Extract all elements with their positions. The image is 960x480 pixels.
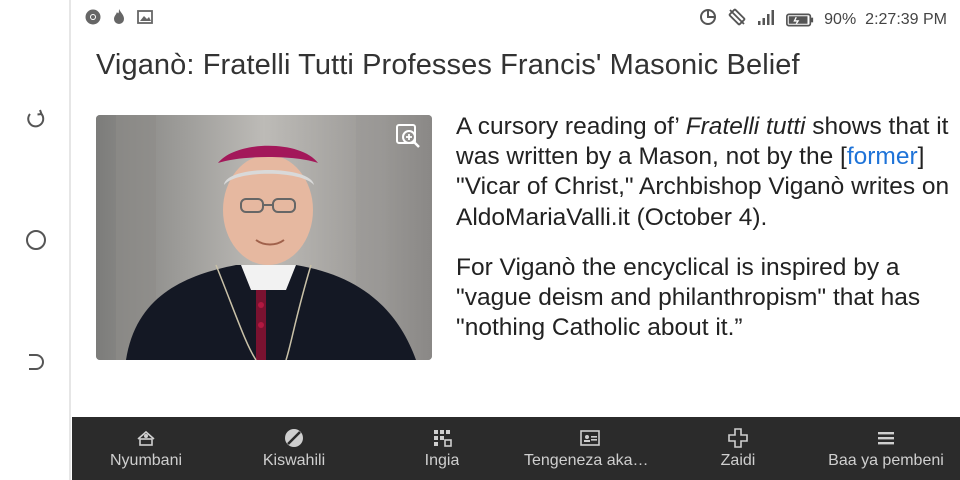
former-link[interactable]: former [847,143,918,170]
tab-label: Kiswahili [262,452,326,469]
flame-icon [110,8,128,31]
login-icon [431,427,453,449]
refresh-icon[interactable] [22,105,50,133]
tab-nyumbani[interactable]: Nyumbani [72,417,220,480]
bottom-navigation: Nyumbani Kiswahili Ingia Tengeneza akaun… [72,417,960,480]
article-title: Viganò: Fratelli Tutti Professes Francis… [96,49,800,81]
rotate-icon [727,7,747,32]
article-photo[interactable] [96,115,432,360]
tab-tengeneza-akaunti[interactable]: Tengeneza akaunti [516,417,664,480]
image-icon [136,8,154,31]
paragraph-1: A cursory reading of’ Fratelli tutti sho… [456,112,952,233]
plus-icon [727,427,749,449]
tab-label: Tengeneza akaunti [524,452,656,469]
battery-percent: 90% [824,10,857,28]
home-circle-icon[interactable] [22,226,50,254]
navigation-rail [0,0,71,480]
tab-label: Zaidi [720,452,756,469]
tab-baa-ya-pembeni[interactable]: Baa ya pembeni [812,417,960,480]
tab-label: Ingia [424,452,460,469]
tab-label: Nyumbani [109,452,183,469]
zoom-in-icon[interactable] [394,122,422,150]
clock: 2:27:39 PM [865,10,947,28]
article-body: A cursory reading of’ Fratelli tutti sho… [456,112,952,363]
status-right-area: 90% 2:27:39 PM [698,7,947,32]
paragraph-2: For Viganò the encyclical is inspired by… [456,253,921,342]
signal-icon [756,7,776,32]
chrome-icon [84,8,102,31]
tab-kiswahili[interactable]: Kiswahili [220,417,368,480]
status-bar: 90% 2:27:39 PM [72,0,960,36]
language-icon [283,427,305,449]
home-icon [135,427,157,449]
back-icon[interactable] [22,348,50,376]
account-card-icon [579,427,601,449]
status-left-icons [84,8,154,31]
menu-icon [875,427,897,449]
tab-ingia[interactable]: Ingia [368,417,516,480]
data-saver-icon [698,7,718,32]
tab-label: Baa ya pembeni [828,452,944,469]
article: Viganò: Fratelli Tutti Professes Francis… [72,36,960,417]
battery-icon [785,11,815,29]
paragraph-1-italic-title: Fratelli tutti [685,113,806,140]
paragraph-1-text-start: A cursory reading of’ [456,113,686,140]
tab-zaidi[interactable]: Zaidi [664,417,812,480]
